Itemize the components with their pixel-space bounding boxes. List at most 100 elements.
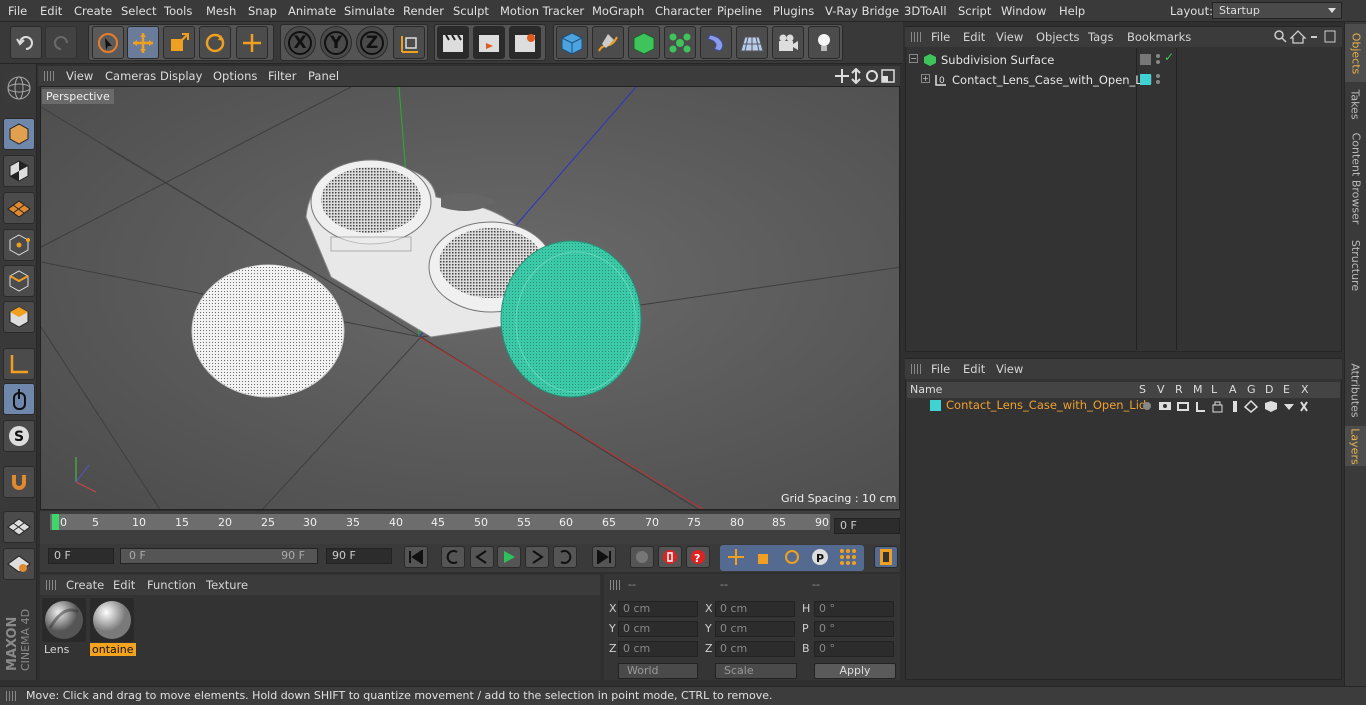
- spline-pen-button[interactable]: [592, 26, 624, 59]
- object-menu-view[interactable]: View: [996, 30, 1023, 44]
- menu-render[interactable]: Render: [403, 4, 444, 18]
- coord-pos-y-field[interactable]: 0 cm: [618, 621, 698, 637]
- coord-size-mode-dropdown[interactable]: Scale: [715, 663, 797, 679]
- render-visibility-dot[interactable]: [1156, 60, 1160, 64]
- start-frame-field[interactable]: 0 F: [48, 548, 114, 564]
- object-row[interactable]: + 0 Contact_Lens_Case_with_Open_Lid: [907, 72, 1152, 90]
- timeline-window-button[interactable]: [874, 546, 898, 568]
- subdivision-button[interactable]: [628, 26, 660, 59]
- enabled-check-icon[interactable]: ✓: [1164, 50, 1174, 64]
- material-menu-edit[interactable]: Edit: [113, 578, 135, 592]
- object-flags[interactable]: [1140, 73, 1176, 87]
- object-menu-bookmarks[interactable]: Bookmarks: [1127, 30, 1191, 44]
- autokey-button[interactable]: [658, 546, 682, 568]
- goto-end-button[interactable]: [592, 546, 616, 568]
- menu-animate[interactable]: Animate: [288, 4, 336, 18]
- model-mode-button[interactable]: [3, 118, 35, 150]
- axis-x-button[interactable]: X: [284, 26, 316, 59]
- points-mode-button[interactable]: [3, 229, 35, 261]
- object-menu-objects[interactable]: Objects: [1036, 30, 1079, 44]
- layout-dropdown[interactable]: Startup: [1212, 2, 1342, 19]
- rotate-tool-button[interactable]: [199, 26, 231, 59]
- material-menu-create[interactable]: Create: [66, 578, 104, 592]
- object-menu-file[interactable]: File: [931, 30, 950, 44]
- record-keys-button[interactable]: [630, 546, 654, 568]
- texture-mode-button[interactable]: [3, 155, 35, 187]
- object-row[interactable]: − Subdivision Surface: [907, 52, 1137, 70]
- layer-swatch-empty[interactable]: [1140, 54, 1151, 65]
- material-container-swatch[interactable]: [90, 598, 134, 642]
- coord-rot-b-field[interactable]: 0 °: [814, 641, 894, 657]
- live-selection-button[interactable]: [92, 26, 124, 59]
- deformer-button[interactable]: [700, 26, 732, 59]
- menu-file[interactable]: File: [8, 4, 27, 18]
- material-menu-texture[interactable]: Texture: [206, 578, 248, 592]
- viewport-nav-icons[interactable]: [834, 68, 898, 84]
- coord-mode-dropdown[interactable]: World: [618, 663, 698, 679]
- scale-tool-button[interactable]: [163, 26, 195, 59]
- coord-pos-x-field[interactable]: 0 cm: [618, 601, 698, 617]
- playhead[interactable]: [52, 514, 59, 530]
- apply-button[interactable]: Apply: [814, 663, 896, 679]
- tab-attributes[interactable]: Attributes: [1345, 358, 1366, 422]
- camera-button[interactable]: [772, 26, 804, 59]
- menu-help[interactable]: Help: [1059, 4, 1085, 18]
- prev-key-button[interactable]: [441, 546, 465, 568]
- viewport-menu-view[interactable]: View: [66, 69, 93, 83]
- menu-tools[interactable]: Tools: [164, 4, 192, 18]
- coord-size-z-field[interactable]: 0 cm: [715, 641, 795, 657]
- material-menu-function[interactable]: Function: [147, 578, 196, 592]
- layer-col-generators[interactable]: G: [1247, 383, 1256, 396]
- object-search-icons[interactable]: [1273, 29, 1339, 45]
- axis-mode-button[interactable]: [3, 348, 35, 380]
- menu-simulate[interactable]: Simulate: [344, 4, 395, 18]
- polygons-mode-button[interactable]: [3, 301, 35, 333]
- light-button[interactable]: [808, 26, 840, 59]
- viewport-menu-options[interactable]: Options: [213, 69, 257, 83]
- workplane-button[interactable]: [3, 192, 35, 224]
- menu-pipeline[interactable]: Pipeline: [717, 4, 762, 18]
- frame-range-slider[interactable]: 0 F 90 F: [120, 548, 318, 564]
- layer-col-render[interactable]: R: [1175, 383, 1183, 396]
- menu-plugins[interactable]: Plugins: [773, 4, 814, 18]
- layer-swatch-cyan[interactable]: [1140, 74, 1151, 85]
- key-pla-toggle[interactable]: [836, 546, 860, 568]
- layer-menu-edit[interactable]: Edit: [963, 362, 985, 376]
- layer-col-name[interactable]: Name: [910, 383, 942, 396]
- tab-content-browser[interactable]: Content Browser: [1345, 126, 1366, 230]
- menu-window[interactable]: Window: [1001, 4, 1046, 18]
- planar-workplane-button[interactable]: [3, 548, 35, 580]
- edges-mode-button[interactable]: [3, 265, 35, 297]
- tab-structure[interactable]: Structure: [1345, 232, 1366, 298]
- layer-color-swatch[interactable]: [930, 400, 941, 411]
- workplane-lock-button[interactable]: [3, 511, 35, 543]
- menu-script[interactable]: Script: [958, 4, 991, 18]
- axis-z-button[interactable]: Z: [356, 26, 388, 59]
- menu-sculpt[interactable]: Sculpt: [453, 4, 489, 18]
- render-picture-viewer-button[interactable]: [473, 26, 505, 59]
- tab-takes[interactable]: Takes: [1345, 84, 1366, 124]
- layer-col-expressions[interactable]: E: [1283, 383, 1290, 396]
- key-scale-toggle[interactable]: [752, 546, 776, 568]
- editor-visibility-dot[interactable]: [1156, 74, 1160, 78]
- key-rotation-toggle[interactable]: [780, 546, 804, 568]
- layer-col-animation[interactable]: A: [1229, 383, 1237, 396]
- mograph-cloner-button[interactable]: [664, 26, 696, 59]
- menu-mesh[interactable]: Mesh: [206, 4, 236, 18]
- prev-frame-button[interactable]: [470, 546, 494, 568]
- current-frame-field[interactable]: 0 F: [834, 518, 900, 534]
- tab-objects[interactable]: Objects: [1345, 24, 1366, 82]
- menu-3dtoall[interactable]: 3DToAll: [904, 4, 947, 18]
- next-frame-button[interactable]: [525, 546, 549, 568]
- layer-flag-icons[interactable]: [1141, 399, 1311, 413]
- render-settings-button[interactable]: [509, 26, 541, 59]
- layer-col-view[interactable]: V: [1157, 383, 1165, 396]
- coord-size-x-field[interactable]: 0 cm: [715, 601, 795, 617]
- coord-pos-z-field[interactable]: 0 cm: [618, 641, 698, 657]
- timeline-ruler[interactable]: 0 5 10 15 20 25 30 35 40 45 50 55 60 65 …: [50, 514, 830, 530]
- tab-layers[interactable]: Layers: [1345, 426, 1366, 466]
- render-visibility-dot[interactable]: [1156, 80, 1160, 84]
- menu-create[interactable]: Create: [74, 4, 112, 18]
- menu-mograph[interactable]: MoGraph: [592, 4, 644, 18]
- menu-edit[interactable]: Edit: [40, 4, 62, 18]
